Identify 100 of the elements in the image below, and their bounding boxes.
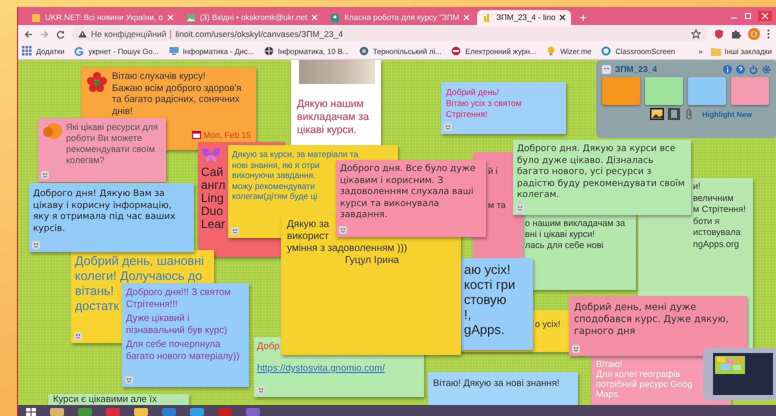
note-text: и! <box>693 181 701 192</box>
note-text: Дякую за курси, за матеріали та <box>232 149 358 160</box>
note-date: Mon, Feb 15 <box>203 130 251 140</box>
maximize-icon[interactable] <box>744 12 752 20</box>
face-icon <box>41 171 49 179</box>
settings-icon[interactable] <box>762 64 771 74</box>
picture-icon[interactable] <box>650 108 664 120</box>
note-text: Добрий день, мені дуже сподобався курс. Дуже дякую, гарного дня <box>574 302 730 338</box>
face-icon <box>602 64 611 74</box>
monitor-icon <box>168 46 179 56</box>
note-text: величним <box>693 192 734 204</box>
note-text: Для себе почерпнула багато нового матеріалу)) <box>126 339 240 362</box>
note-text: Доброго дня. Все було дуже цікавим і корисним. З задоволенням слухала ваші курси та виконувала завдання. <box>340 164 476 222</box>
globe-icon <box>264 46 274 56</box>
ball-icon <box>42 122 62 140</box>
close-icon[interactable] <box>559 14 566 21</box>
note-text: о нашим викладачам за <box>525 218 626 229</box>
note-text: Вітаю усіх з святом Стрітення! <box>446 98 523 120</box>
face-icon <box>572 345 580 353</box>
info-icon[interactable] <box>723 64 732 74</box>
windows-logo-icon[interactable] <box>26 408 36 416</box>
face-icon <box>231 227 239 235</box>
note-text: Вітаю слухачів курсу! <box>112 71 207 82</box>
note-text: истовувала <box>693 227 741 238</box>
note-text: Maps. <box>596 389 621 399</box>
note-text: вітань! <box>75 284 114 299</box>
reload-icon[interactable] <box>56 30 65 38</box>
note-text: Які цікаві ресурси для роботи Ви можете рекомендувати своїм колегам? <box>66 122 159 166</box>
folder-icon <box>710 46 721 56</box>
link[interactable]: https://dystosvita.gnomio.com/ <box>257 363 420 375</box>
help-icon[interactable] <box>736 64 745 74</box>
note-text: ngApps.org <box>693 238 740 250</box>
note-text: аю усіх! <box>464 262 510 277</box>
app-icon[interactable] <box>106 408 120 416</box>
tab-title: ЗПМ_23_4 - lino <box>496 13 556 22</box>
note-text: Дуже цікавий і пізнавальний був курс) <box>126 313 228 336</box>
warning-icon <box>78 30 87 38</box>
note-text: лась для себе нові <box>525 240 604 251</box>
app-icon[interactable] <box>50 408 64 416</box>
app-icon[interactable] <box>78 408 92 416</box>
note-text: використ <box>287 231 329 243</box>
note-text: потрібний ресурс Goog <box>596 379 692 389</box>
app-icon[interactable] <box>190 408 204 416</box>
calendar-icon <box>192 131 202 139</box>
note-text: Дякую нашим викладачам за цікаві курси. <box>297 98 370 137</box>
browser-tab[interactable]: ЗПМ_23_4 - lino <box>477 10 572 25</box>
apps-grid-icon <box>22 46 32 56</box>
face-icon <box>444 123 452 131</box>
forward-arrow-icon[interactable] <box>40 30 49 38</box>
tab-title: Класна робота для курсу "ЗПМ <box>344 13 460 22</box>
dot-icon <box>451 46 462 56</box>
note-text: Доброго дня!!! З святом Стрітення!!! <box>126 287 232 310</box>
note-text: Ling <box>201 192 224 205</box>
face-icon <box>74 332 82 340</box>
note-text: Добрий день! <box>446 87 500 98</box>
note-text: Добрий день, шановні <box>75 254 204 269</box>
address-field[interactable]: Не конфіденційний linoit.com/users/okskyl/canvases/ЗПМ_23_4 <box>72 27 707 41</box>
ring-icon <box>601 46 612 56</box>
note-text: Для колег географів <box>596 369 680 379</box>
note-text: боти я <box>693 216 720 227</box>
app-icon[interactable] <box>162 408 176 416</box>
puzzle-icon[interactable] <box>731 29 741 39</box>
g-letter-icon <box>74 46 84 56</box>
circle-icon <box>358 46 369 56</box>
minimap-view-icon <box>713 353 773 395</box>
shield-icon[interactable] <box>714 29 724 39</box>
flower-icon <box>86 71 108 93</box>
note-text: Вітаю! <box>596 359 622 369</box>
note-text: колегам(дітям буде ці <box>232 191 318 202</box>
note-text: нові знання, які я отри <box>232 160 320 170</box>
note-text: Duo <box>201 205 224 218</box>
note-text: !, <box>464 307 472 322</box>
face-icon <box>32 241 40 249</box>
note-text: Бажаю всім доброго здоров'я та багато радісних, сонячних днів! <box>112 82 242 117</box>
app-icon[interactable] <box>134 408 148 416</box>
tab-title: (3) Вхідні • okskromk@ukr.net <box>200 13 308 22</box>
paperclip-icon[interactable] <box>684 108 694 120</box>
note-text: можу рекомендувати <box>232 180 315 191</box>
note-text: м та <box>488 199 506 212</box>
note-text: Сай <box>201 166 224 179</box>
note-text: Вітаю! Дякую за нові знання! <box>433 378 561 390</box>
note-text: Добр <box>257 341 280 353</box>
star-icon[interactable] <box>691 29 701 39</box>
note-text: й і <box>488 165 498 178</box>
face-icon <box>125 376 133 384</box>
note-text: уміння з задоволенням ))) <box>287 243 408 255</box>
note-text: англ <box>201 179 226 192</box>
back-arrow-icon[interactable] <box>24 30 33 38</box>
film-icon[interactable] <box>668 108 680 120</box>
note-text: стовую <box>464 292 506 307</box>
face-icon <box>516 204 524 212</box>
url-text: linoit.com/users/okskyl/canvases/ЗПМ_23_4 <box>175 29 344 39</box>
note-text: достатк <box>75 299 119 314</box>
security-label: Не конфіденційний <box>91 29 166 39</box>
menu-icon[interactable] <box>767 29 770 39</box>
power-icon[interactable] <box>749 64 758 74</box>
note-text: gApps. <box>464 322 504 337</box>
note-text: виконуючи завдання. <box>232 170 316 180</box>
note-text: м Стрітення! <box>693 204 746 216</box>
board-title: ЗПМ_23_4 <box>615 64 658 74</box>
